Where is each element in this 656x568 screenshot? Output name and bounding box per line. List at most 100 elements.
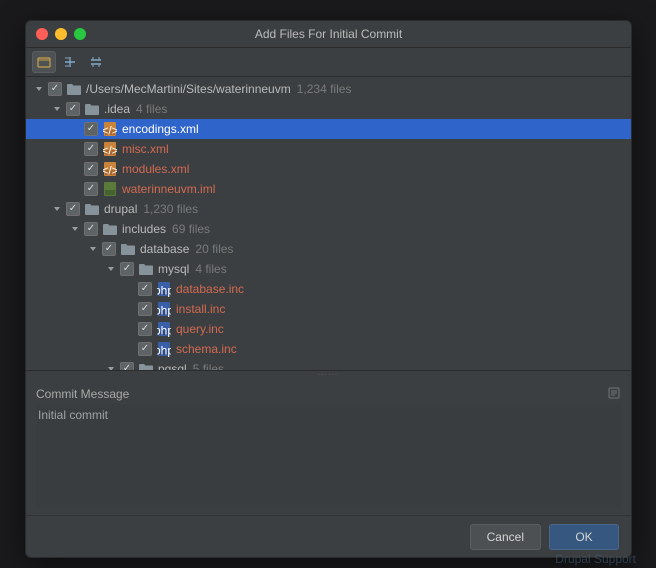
file-php-icon: php xyxy=(156,281,172,297)
tree-row[interactable]: drupal1,230 files xyxy=(26,199,631,219)
file-count: 5 files xyxy=(193,362,224,370)
folder-icon xyxy=(102,221,118,237)
dialog-add-files-initial-commit: Add Files For Initial Commit /Users/MecM… xyxy=(25,20,632,558)
toolbar xyxy=(26,47,631,77)
file-name: database xyxy=(140,242,189,256)
folder-icon xyxy=(138,261,154,277)
dialog-title: Add Files For Initial Commit xyxy=(255,27,402,41)
resize-grip[interactable]: ⋯⋯ xyxy=(26,370,631,378)
svg-text:</>: </> xyxy=(103,164,117,178)
file-php-icon: php xyxy=(156,341,172,357)
commit-message-label: Commit Message xyxy=(36,387,129,401)
collapse-all-button[interactable] xyxy=(84,51,108,73)
tree-row[interactable]: waterinneuvm.iml xyxy=(26,179,631,199)
checkbox[interactable] xyxy=(120,362,134,370)
history-icon[interactable] xyxy=(607,386,621,403)
file-count: 69 files xyxy=(172,222,210,236)
group-by-directory-icon xyxy=(37,55,51,69)
file-name: misc.xml xyxy=(122,142,169,156)
checkbox[interactable] xyxy=(84,182,98,196)
tree-row[interactable]: database 20 files xyxy=(26,239,631,259)
checkbox[interactable] xyxy=(84,142,98,156)
checkbox[interactable] xyxy=(102,242,116,256)
tree-row[interactable]: </> modules.xml xyxy=(26,159,631,179)
folder-icon xyxy=(120,241,136,257)
folder-icon xyxy=(84,201,100,217)
arrow-spacer xyxy=(70,124,80,134)
tree-row[interactable]: /Users/MecMartini/Sites/waterinneuvm 1,23… xyxy=(26,79,631,99)
folder-icon xyxy=(84,101,100,117)
svg-text:</>: </> xyxy=(103,124,117,138)
file-name: pgsql xyxy=(158,362,187,370)
group-by-directory-button[interactable] xyxy=(32,51,56,73)
chevron-down-icon[interactable] xyxy=(52,104,62,114)
file-tree[interactable]: /Users/MecMartini/Sites/waterinneuvm 1,23… xyxy=(26,77,631,370)
button-bar: Cancel OK xyxy=(26,515,631,557)
cancel-button[interactable]: Cancel xyxy=(470,524,541,550)
chevron-down-icon[interactable] xyxy=(70,224,80,234)
svg-text:php: php xyxy=(157,284,171,298)
file-xml-icon: </> xyxy=(102,141,118,157)
arrow-spacer xyxy=(124,284,134,294)
checkbox[interactable] xyxy=(138,282,152,296)
close-button[interactable] xyxy=(36,28,48,40)
checkbox[interactable] xyxy=(48,82,62,96)
checkbox[interactable] xyxy=(84,122,98,136)
chevron-down-icon[interactable] xyxy=(88,244,98,254)
checkbox[interactable] xyxy=(138,342,152,356)
file-iml-icon xyxy=(102,181,118,197)
tree-row[interactable]: phpinstall.inc xyxy=(26,299,631,319)
tree-row[interactable]: phpquery.inc xyxy=(26,319,631,339)
tree-row[interactable]: .idea 4 files xyxy=(26,99,631,119)
chevron-down-icon[interactable] xyxy=(34,84,44,94)
folder-icon xyxy=(138,361,154,370)
maximize-button[interactable] xyxy=(74,28,86,40)
ok-button[interactable]: OK xyxy=(549,524,619,550)
arrow-spacer xyxy=(124,344,134,354)
arrow-spacer xyxy=(70,144,80,154)
footer-hint: Drupal Support xyxy=(555,552,636,566)
chevron-down-icon[interactable] xyxy=(52,204,62,214)
commit-message-input[interactable] xyxy=(36,404,621,508)
file-name: /Users/MecMartini/Sites/waterinneuvm xyxy=(86,82,291,96)
checkbox[interactable] xyxy=(120,262,134,276)
file-count: 20 files xyxy=(195,242,233,256)
file-count: 1,230 files xyxy=(143,202,198,216)
checkbox[interactable] xyxy=(84,222,98,236)
file-name: mysql xyxy=(158,262,189,276)
checkbox[interactable] xyxy=(138,302,152,316)
collapse-all-icon xyxy=(89,55,103,69)
window-controls xyxy=(36,28,86,40)
checkbox[interactable] xyxy=(138,322,152,336)
file-name: database.inc xyxy=(176,282,244,296)
file-php-icon: php xyxy=(156,321,172,337)
checkbox[interactable] xyxy=(84,162,98,176)
svg-text:php: php xyxy=(157,344,171,358)
file-name: .idea xyxy=(104,102,130,116)
arrow-spacer xyxy=(70,164,80,174)
checkbox[interactable] xyxy=(66,202,80,216)
file-name: waterinneuvm.iml xyxy=(122,182,215,196)
file-count: 4 files xyxy=(136,102,167,116)
arrow-spacer xyxy=(124,324,134,334)
svg-text:php: php xyxy=(157,304,171,318)
svg-text:</>: </> xyxy=(103,144,117,158)
tree-row[interactable]: phpschema.inc xyxy=(26,339,631,359)
tree-row[interactable]: </> encodings.xml xyxy=(26,119,631,139)
tree-row[interactable]: mysql4 files xyxy=(26,259,631,279)
arrow-spacer xyxy=(70,184,80,194)
folder-icon xyxy=(66,81,82,97)
tree-row[interactable]: includes 69 files xyxy=(26,219,631,239)
titlebar: Add Files For Initial Commit xyxy=(26,21,631,47)
tree-row[interactable]: </> misc.xml xyxy=(26,139,631,159)
minimize-button[interactable] xyxy=(55,28,67,40)
file-name: modules.xml xyxy=(122,162,189,176)
tree-row[interactable]: php database.inc xyxy=(26,279,631,299)
file-name: encodings.xml xyxy=(122,122,199,136)
expand-all-button[interactable] xyxy=(58,51,82,73)
file-name: includes xyxy=(122,222,166,236)
chevron-down-icon[interactable] xyxy=(106,264,116,274)
checkbox[interactable] xyxy=(66,102,80,116)
file-count: 1,234 files xyxy=(297,82,352,96)
commit-section: Commit Message xyxy=(26,378,631,511)
